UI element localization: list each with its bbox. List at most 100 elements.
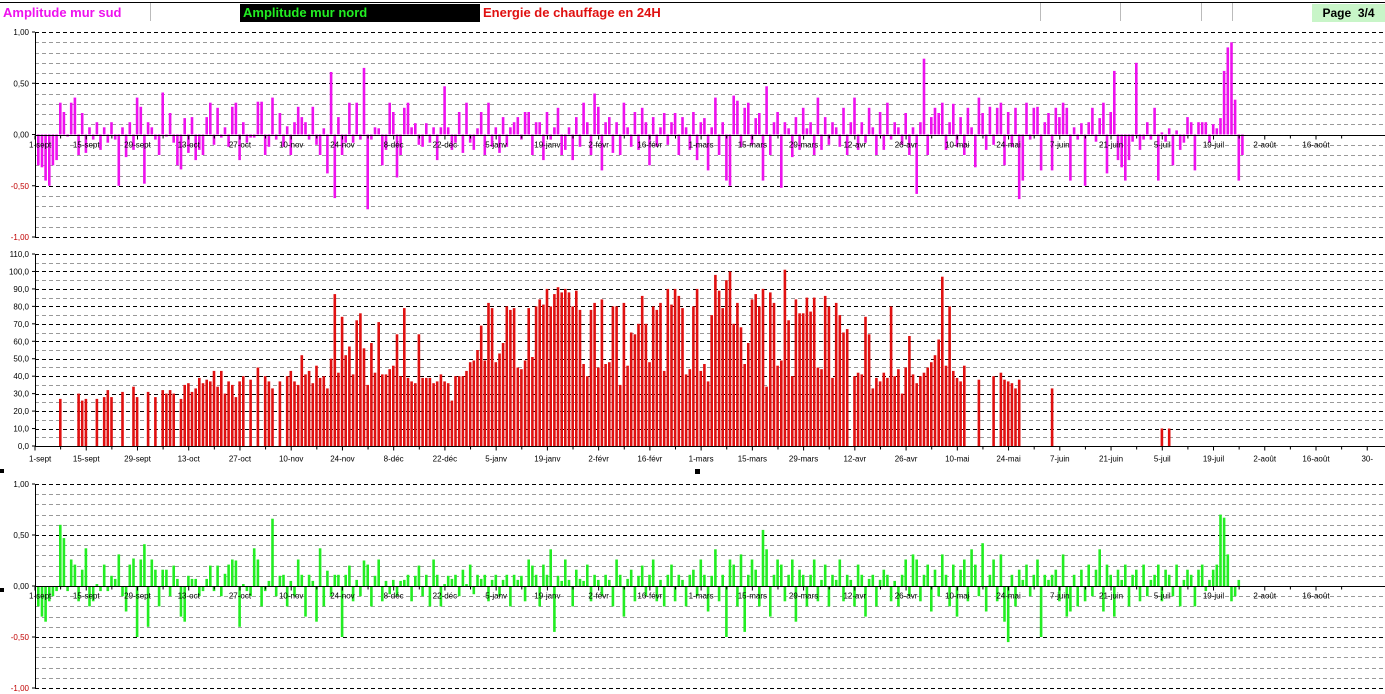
resize-handle[interactable] [0, 469, 4, 473]
north-bar [231, 559, 234, 586]
x-tick-label: 8-déc [384, 592, 404, 601]
north-bar [384, 580, 388, 586]
north-bar [194, 578, 197, 586]
energy-bar [1006, 381, 1010, 446]
south-bar [527, 112, 530, 135]
north-bar [1127, 586, 1131, 607]
south-bar [410, 127, 413, 135]
y-tick-label: 80,0 [13, 302, 29, 311]
south-bar [190, 117, 194, 135]
south-bar [1222, 70, 1226, 135]
north-bar [282, 574, 285, 586]
y-tick-label: -0,50 [11, 633, 30, 642]
north-bar [1087, 564, 1090, 586]
south-bar [801, 107, 805, 135]
south-bar [1120, 134, 1123, 168]
south-bar [769, 134, 772, 155]
south-bar [362, 67, 366, 135]
south-bar [1091, 107, 1094, 135]
resize-handle[interactable] [695, 469, 700, 474]
energy-bar [977, 379, 981, 446]
energy-chart: 110,0 100,0 90,0 80,0 70,0 60,0 50,0 40,0 30,0 20… [9, 250, 1385, 464]
y-tick-label: 40,0 [13, 372, 29, 381]
energy-bar [567, 292, 571, 446]
south-bar [443, 86, 446, 135]
energy-bar [285, 376, 289, 446]
x-tick-label: 29-mars [789, 592, 818, 601]
x-tick-label: 2-févr [588, 592, 609, 601]
x-tick-label: 19-juil [1203, 141, 1225, 150]
y-tick-label: 0,50 [13, 531, 29, 540]
energy-bar [395, 334, 399, 446]
energy-bar [955, 377, 959, 446]
north-bar [187, 575, 190, 586]
energy-bar [135, 397, 139, 446]
x-tick-label: 29-sept [124, 141, 151, 150]
north-bar [479, 578, 483, 586]
south-bar [1204, 122, 1208, 135]
south-bar [55, 134, 58, 161]
north-bar [1197, 569, 1200, 586]
north-bar [900, 574, 904, 586]
x-tick-label: 16-févr [637, 592, 662, 601]
south-bar [59, 102, 62, 135]
north-bar [494, 574, 498, 586]
south-bar [1193, 134, 1197, 171]
south-bar [1178, 134, 1182, 150]
north-bar [80, 569, 84, 586]
north-bar [406, 574, 410, 586]
south-bar [234, 102, 238, 135]
north-bar [73, 564, 77, 586]
south-bar [223, 127, 227, 135]
south-bar [926, 134, 929, 155]
north-bar [428, 586, 432, 607]
energy-bar [472, 360, 476, 446]
energy-bar [198, 377, 201, 446]
energy-bar [992, 376, 995, 446]
energy-bar [531, 357, 534, 446]
north-bar [454, 574, 457, 586]
south-bar [355, 102, 358, 135]
north-bar [1098, 549, 1101, 586]
x-tick-label: 5-juil [1154, 455, 1171, 464]
south-bar [640, 107, 644, 135]
energy-bar [296, 384, 300, 446]
energy-bar [388, 369, 391, 446]
north-bar [377, 559, 380, 586]
south-bar [337, 117, 340, 135]
energy-bar [146, 391, 150, 446]
south-bar [988, 106, 992, 135]
energy-bar [593, 302, 596, 446]
energy-bar [582, 364, 585, 446]
north-bar [549, 549, 552, 586]
x-tick-label: 10-nov [279, 455, 303, 464]
x-tick-label: 7-juin [1050, 141, 1070, 150]
south-bar [644, 122, 648, 135]
north-bar [952, 564, 955, 586]
south-bar [487, 102, 490, 135]
south-bar [201, 134, 205, 155]
south-bar [1160, 132, 1164, 135]
energy-bar [637, 323, 640, 446]
north-bar [1010, 574, 1014, 586]
energy-bar [527, 308, 530, 446]
x-tick-label: 19-janv [534, 141, 560, 150]
energy-bar [911, 374, 915, 446]
x-tick-label: 1-mars [689, 455, 714, 464]
south-bar [736, 100, 739, 135]
x-tick-label: 10-mai [945, 592, 970, 601]
north-bar [102, 564, 106, 586]
energy-bar [651, 306, 655, 446]
north-bar [483, 574, 487, 586]
north-bar [820, 579, 823, 586]
resize-handle[interactable] [0, 588, 4, 592]
energy-bar [545, 288, 549, 446]
south-bar [161, 92, 164, 135]
energy-bar [714, 274, 717, 446]
south-bar [564, 134, 567, 150]
south-bar [754, 118, 757, 135]
north-bar [425, 574, 428, 586]
north-bar [812, 559, 816, 586]
energy-bar [435, 381, 439, 446]
energy-bar [337, 372, 340, 446]
